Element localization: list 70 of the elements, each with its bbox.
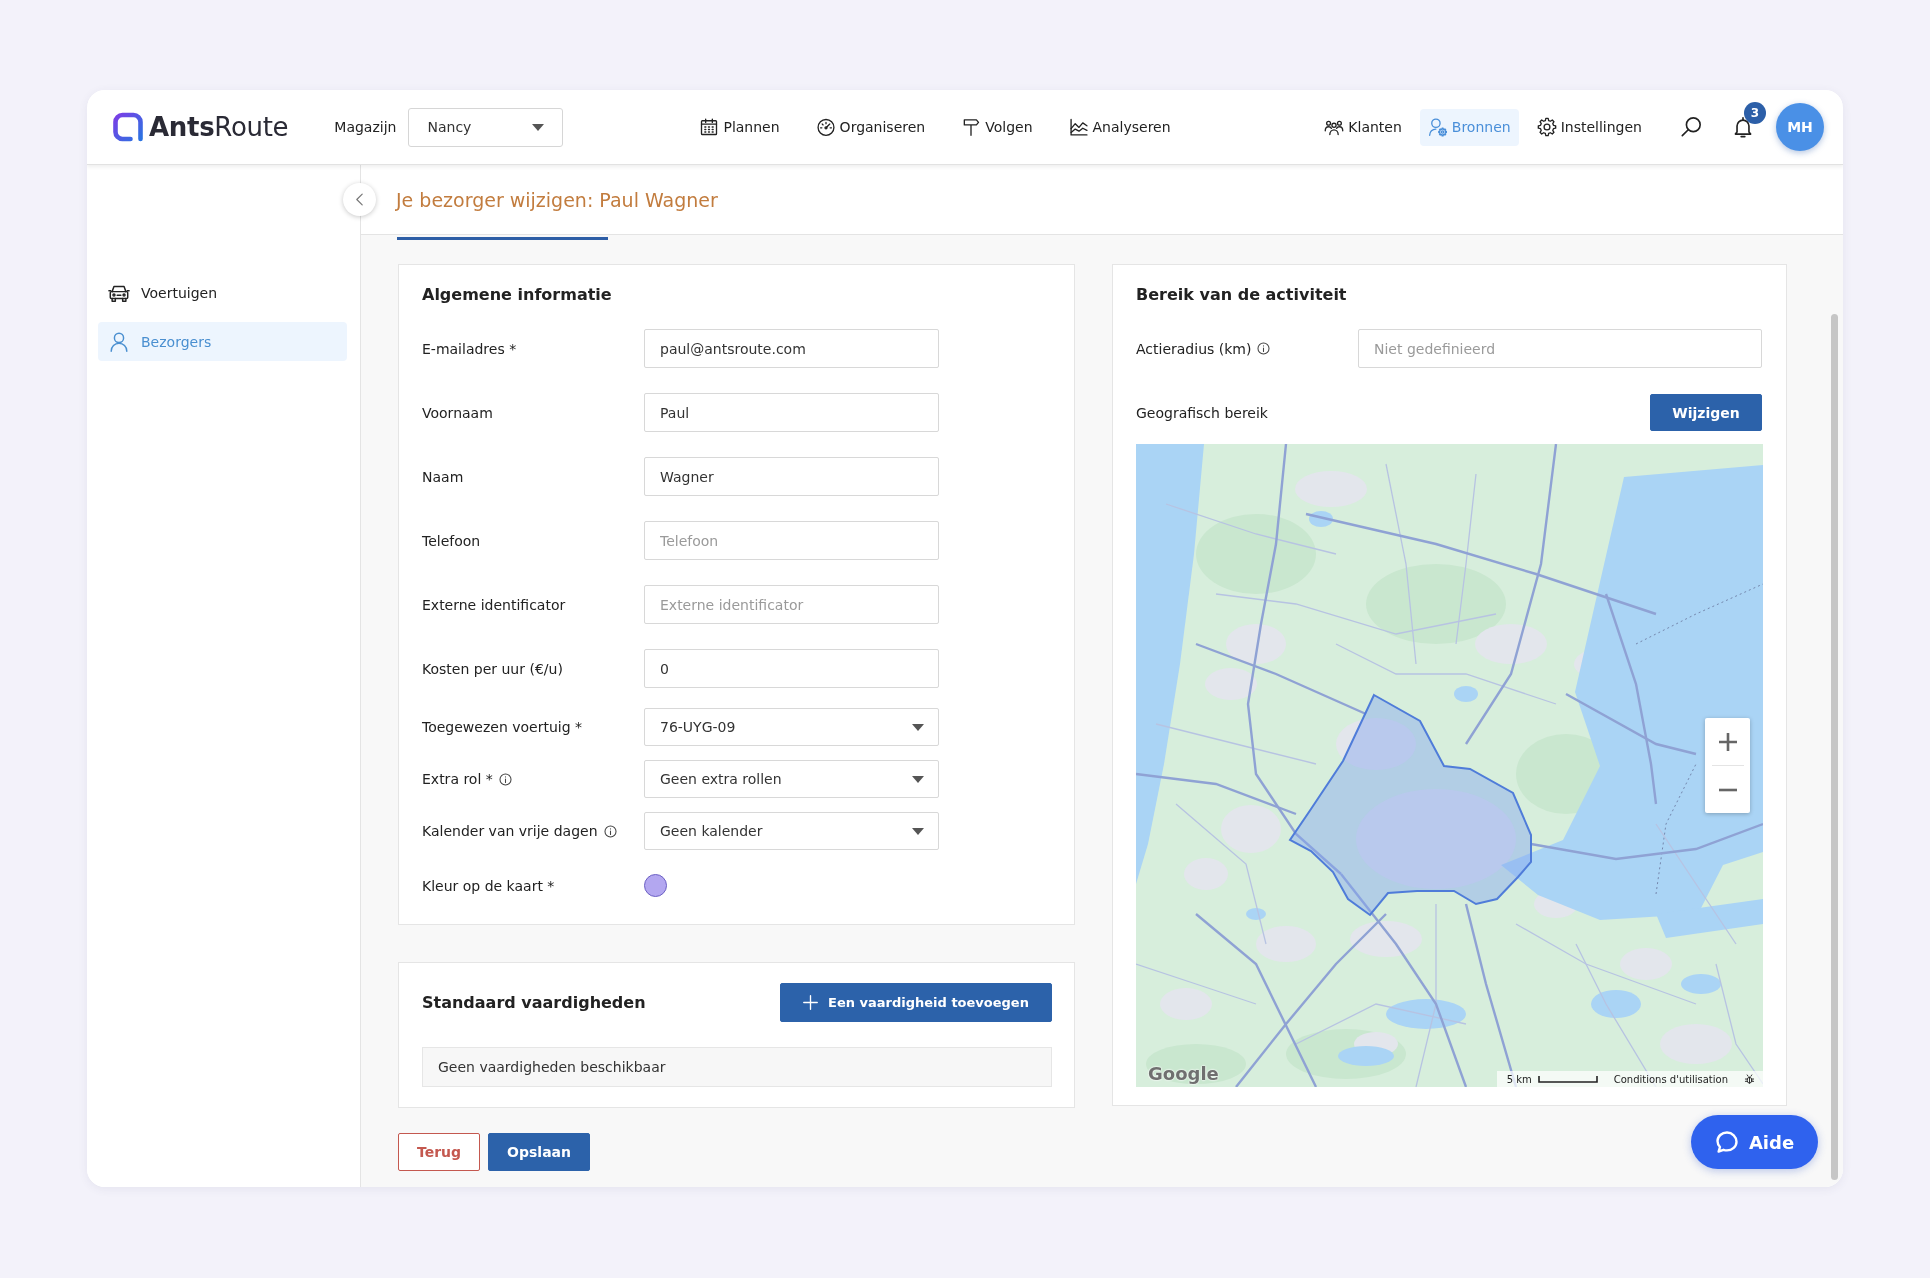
scale-bar-icon xyxy=(1537,1075,1598,1083)
warehouse-dropdown[interactable]: Nancy xyxy=(408,107,564,147)
nav-link[interactable]: Instellingen xyxy=(1528,108,1650,146)
nav-link[interactable]: Volgen xyxy=(953,108,1041,146)
text-field[interactable]: Wagner xyxy=(644,457,939,496)
dropdown[interactable]: 76-UYG-09 xyxy=(644,708,939,746)
help-button[interactable]: Aide xyxy=(1691,1115,1818,1169)
bell-icon[interactable] xyxy=(1732,116,1754,138)
text-field[interactable]: paul@antsroute.com xyxy=(644,329,939,368)
map-logo: Google xyxy=(1148,1063,1219,1084)
signpost-icon xyxy=(961,117,982,137)
caret-icon xyxy=(912,723,924,731)
field-label: Geografisch bereik xyxy=(1136,404,1268,421)
text-field[interactable]: Niet gedefinieerd xyxy=(1358,329,1762,368)
text-field[interactable]: 0 xyxy=(644,649,939,688)
field-label: Kleur op de kaart * xyxy=(422,877,555,894)
add-skill-button[interactable]: Een vaardigheid toevoegen xyxy=(780,983,1052,1022)
settings-icon xyxy=(1536,117,1557,137)
field-label: Naam xyxy=(422,468,464,485)
chevron-left-icon xyxy=(355,193,364,206)
terms-link[interactable]: Conditions d'utilisation xyxy=(1613,1073,1728,1085)
field-label: Toegewezen voertuig * xyxy=(422,719,582,735)
edit-button[interactable]: Wijzigen xyxy=(1650,394,1762,431)
dropdown[interactable]: Geen extra rollen xyxy=(644,760,939,798)
nav-link[interactable]: Klanten xyxy=(1316,108,1410,146)
nav-link[interactable]: Organiseren xyxy=(807,108,934,146)
back-button[interactable]: Terug xyxy=(398,1133,481,1171)
chat-icon xyxy=(1714,1130,1739,1154)
caret-icon xyxy=(912,827,924,835)
section-title: Algemene informatie xyxy=(422,285,613,305)
section-title: Bereik van de activiteit xyxy=(1136,285,1348,305)
nav-link[interactable]: Analyseren xyxy=(1060,108,1179,146)
bug-icon[interactable] xyxy=(1744,1073,1755,1085)
empty-state: Geen vaardigheden beschikbaar xyxy=(422,1047,1052,1087)
text-field[interactable]: Telefoon xyxy=(644,521,939,560)
field-label: Actieradius (km) xyxy=(1136,340,1252,357)
field-label: Voornaam xyxy=(422,404,493,421)
user-gear-icon xyxy=(1427,117,1448,137)
area-polygon[interactable] xyxy=(1288,693,1532,917)
field-label: E-mailadres * xyxy=(422,340,517,357)
scale-label: 5 km xyxy=(1506,1073,1532,1085)
calendar-icon xyxy=(699,117,720,137)
field-label: Externe identificator xyxy=(422,596,566,613)
save-button[interactable]: Opslaan xyxy=(488,1133,590,1171)
scrollbar[interactable] xyxy=(1831,314,1838,1180)
sidebar-item[interactable]: Voertuigen xyxy=(98,273,347,312)
logo-wordmark: AntsRoute xyxy=(149,112,289,142)
nav-link[interactable]: Plannen xyxy=(691,108,788,146)
field-label: Extra rol * xyxy=(422,771,493,787)
page-title: Je bezorger wijzigen: Paul Wagner xyxy=(396,188,718,211)
dropdown[interactable]: Geen kalender xyxy=(644,812,939,850)
plus-icon xyxy=(1717,731,1738,752)
minus-icon xyxy=(1717,787,1738,792)
section-title: Standaard vaardigheden xyxy=(422,992,646,1013)
field-label: Kalender van vrije dagen xyxy=(422,823,598,839)
text-field[interactable]: Externe identificator xyxy=(644,585,939,624)
color-swatch[interactable] xyxy=(644,874,667,897)
plus-icon xyxy=(803,995,819,1010)
search-icon[interactable] xyxy=(1680,116,1702,138)
user-icon xyxy=(108,330,130,353)
warehouse-label: Magazijn xyxy=(334,119,397,135)
field-label: Telefoon xyxy=(422,532,481,549)
notification-badge: 3 xyxy=(1744,102,1766,124)
logo-icon xyxy=(113,112,143,142)
field-label: Kosten per uur (€/u) xyxy=(422,660,563,677)
caret-icon xyxy=(532,123,545,131)
text-field[interactable]: Paul xyxy=(644,393,939,432)
chart-icon xyxy=(1068,117,1089,137)
caret-icon xyxy=(912,775,924,783)
gauge-icon xyxy=(815,117,836,137)
